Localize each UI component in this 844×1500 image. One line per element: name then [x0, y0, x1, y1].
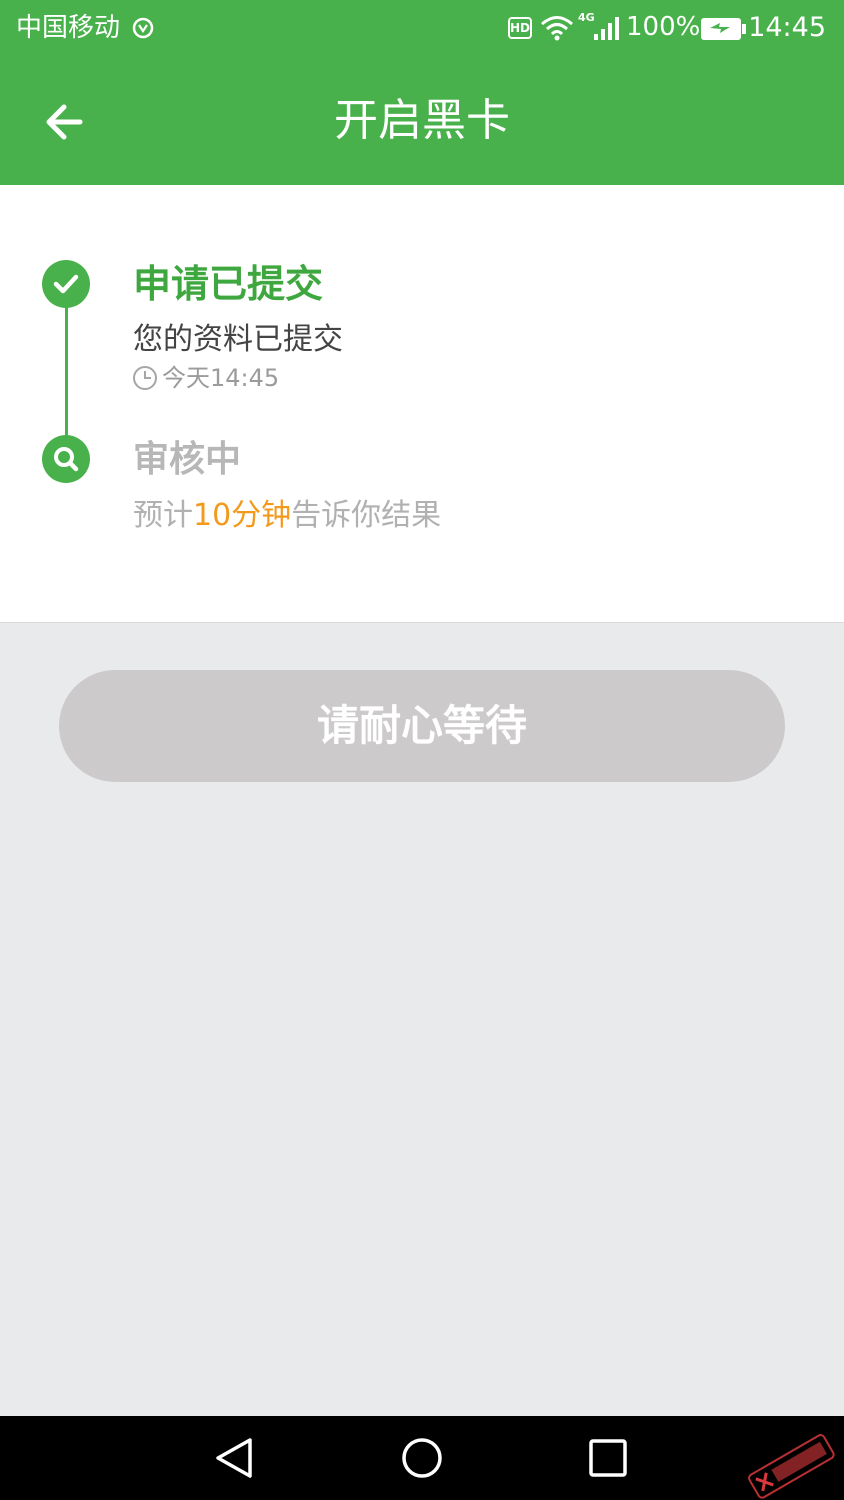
- status-clock: 14:45: [748, 12, 826, 43]
- page-title: 开启黑卡: [334, 95, 510, 146]
- signal-icon: [594, 17, 619, 40]
- nav-recent-apps-icon[interactable]: [588, 1438, 628, 1478]
- step-reviewing-title: 审核中: [133, 439, 242, 480]
- battery-percent: 100%: [626, 12, 701, 42]
- desc-prefix: 预计: [133, 498, 193, 533]
- check-circle-icon: [42, 260, 90, 308]
- status-bar: 中国移动 HD 4G 100% 14:45: [0, 0, 844, 56]
- hd-badge: HD: [508, 17, 532, 39]
- nav-home-icon[interactable]: [400, 1436, 444, 1480]
- carrier-logo-icon: [132, 17, 154, 39]
- battery-charging-icon: [701, 18, 746, 40]
- wifi-icon: [541, 16, 573, 41]
- carrier-name: 中国移动: [16, 13, 121, 43]
- step-reviewing-desc: 预计10分钟告诉你结果: [133, 495, 441, 537]
- nav-back-icon[interactable]: [212, 1436, 258, 1480]
- navigation-bar: [0, 1416, 844, 1500]
- watermark-logo-icon: [748, 1434, 835, 1499]
- app-bar: 开启黑卡: [0, 56, 844, 185]
- desc-suffix: 告诉你结果: [291, 498, 442, 533]
- wait-patiently-button[interactable]: 请耐心等待: [59, 670, 785, 782]
- step-submitted-desc: 您的资料已提交: [133, 322, 343, 357]
- application-timeline: 申请已提交 您的资料已提交 今天14:45 审核中 预计10分钟告诉你结果: [0, 185, 844, 623]
- step-submitted-title: 申请已提交: [133, 262, 324, 306]
- step-submitted-time: 今天14:45: [162, 364, 280, 392]
- estimated-time: 10分钟: [193, 498, 292, 533]
- clock-icon: [133, 366, 157, 390]
- search-circle-icon: [42, 435, 90, 483]
